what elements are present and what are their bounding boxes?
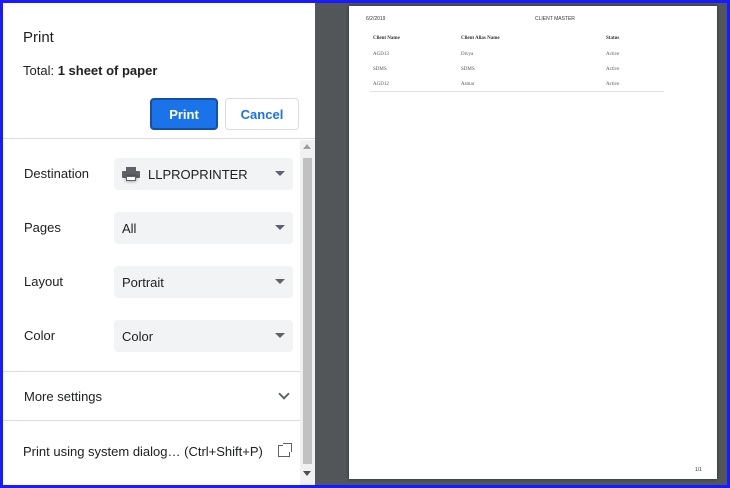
preview-header-client-alias: Client Alias Name	[461, 36, 500, 41]
summary-prefix: Total:	[23, 63, 58, 78]
preview-cell: Active	[606, 52, 620, 57]
preview-cell: Active	[606, 67, 620, 72]
dropdown-arrow-icon	[275, 225, 285, 230]
printer-icon	[122, 167, 140, 181]
destination-value: LLPROPRINTER	[148, 166, 248, 182]
preview-cell: AGD12	[373, 82, 389, 87]
more-settings-toggle[interactable]: More settings	[24, 389, 102, 404]
scrollbar-thumb[interactable]	[303, 158, 312, 464]
preview-cell: AGD13	[373, 52, 389, 57]
pages-select[interactable]: All	[114, 212, 293, 244]
destination-label: Destination	[24, 166, 90, 181]
preview-page: 6/2/2019 CLIENT MASTER Client Name Clien…	[349, 6, 717, 479]
preview-page-number: 1/1	[695, 467, 702, 473]
layout-value: Portrait	[122, 274, 164, 290]
preview-header-client-name: Client Name	[373, 36, 400, 41]
preview-title: CLIENT MASTER	[535, 16, 575, 22]
preview-cell: SDMS	[461, 67, 475, 72]
chevron-down-icon[interactable]	[278, 388, 290, 400]
cancel-button[interactable]: Cancel	[225, 98, 299, 130]
header-divider	[3, 138, 315, 139]
layout-select[interactable]: Portrait	[114, 266, 293, 298]
color-select[interactable]: Color	[114, 320, 293, 352]
more-settings-divider-top	[3, 371, 315, 372]
dialog-title: Print	[23, 29, 54, 46]
scroll-up-arrow-icon[interactable]	[303, 144, 311, 149]
scroll-down-arrow-icon[interactable]	[303, 471, 311, 476]
pages-label: Pages	[24, 220, 61, 235]
layout-label: Layout	[24, 274, 64, 289]
preview-date: 6/2/2019	[366, 16, 386, 22]
print-button[interactable]: Print	[150, 98, 218, 130]
summary-value: 1 sheet of paper	[57, 63, 158, 78]
preview-cell: Active	[606, 82, 620, 87]
sheet-summary: Total: 1 sheet of paper	[23, 63, 157, 78]
dropdown-arrow-icon	[275, 279, 285, 284]
destination-select[interactable]: LLPROPRINTER	[114, 158, 293, 190]
pages-value: All	[122, 220, 137, 236]
preview-header-status: Status	[606, 36, 620, 41]
color-value: Color	[122, 328, 154, 344]
dropdown-arrow-icon	[275, 171, 285, 176]
print-settings-panel: Print Total: 1 sheet of paper Print Canc…	[3, 3, 315, 485]
color-label: Color	[24, 328, 56, 343]
preview-cell: SDMS	[373, 67, 387, 72]
preview-cell: Divya	[461, 52, 474, 57]
more-settings-divider-bottom	[3, 420, 315, 421]
preview-table-rule	[370, 91, 664, 92]
preview-cell: Asmar	[461, 82, 475, 87]
open-in-new-icon[interactable]	[278, 443, 292, 457]
dropdown-arrow-icon	[275, 333, 285, 338]
system-dialog-link[interactable]: Print using system dialog… (Ctrl+Shift+P…	[23, 444, 263, 459]
